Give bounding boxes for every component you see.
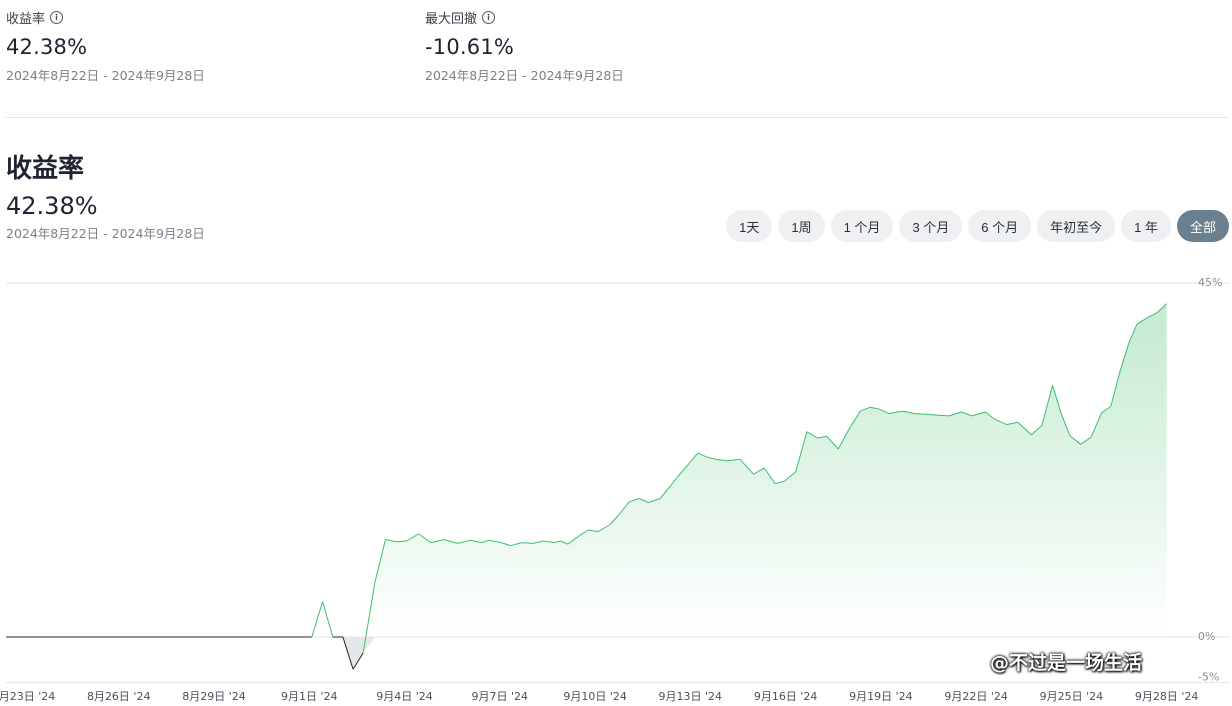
x-tick-label: 9月10日 '24	[563, 690, 627, 703]
negative-area-fill	[322, 637, 375, 670]
info-icon[interactable]: i	[50, 10, 64, 24]
y-tick-label: 0%	[1198, 630, 1215, 643]
return-stat-range: 2024年8月22日 - 2024年9月28日	[6, 68, 205, 83]
range-button[interactable]: 1 年	[1121, 210, 1171, 242]
drawdown-stat-label-row: 最大回撤 i	[425, 8, 624, 27]
return-stat: 收益率 i 42.38% 2024年8月22日 - 2024年9月28日	[6, 8, 205, 84]
x-tick-label: 8月26日 '24	[87, 690, 151, 703]
drawdown-stat-range: 2024年8月22日 - 2024年9月28日	[425, 68, 624, 83]
x-tick-label: 9月16日 '24	[754, 690, 818, 703]
section-range: 2024年8月22日 - 2024年9月28日	[6, 226, 205, 241]
watermark: @不过是一场生活	[990, 652, 1143, 674]
drawdown-stat: 最大回撤 i -10.61% 2024年8月22日 - 2024年9月28日	[425, 8, 624, 84]
range-button[interactable]: 1周	[778, 210, 825, 242]
y-tick-label: 45%	[1198, 276, 1222, 289]
area-fill	[6, 303, 1167, 637]
x-tick-label: 9月4日 '24	[376, 690, 433, 703]
return-stat-value: 42.38%	[6, 35, 88, 59]
x-tick-label: 8月23日 '24	[0, 690, 55, 703]
x-tick-label: 9月13日 '24	[659, 690, 723, 703]
return-chart: 45% 0% -5% 8月23日 '24 8月26日 '24 8月29日 '24 9月1日 …	[0, 276, 1230, 703]
x-tick-label: 9月1日 '24	[281, 690, 338, 703]
range-button[interactable]: 1天	[726, 210, 773, 242]
range-button[interactable]: 3 个月	[899, 210, 963, 242]
range-button[interactable]: 1 个月	[830, 210, 894, 242]
range-button[interactable]: 年初至今	[1037, 210, 1116, 242]
section-value: 42.38%	[6, 192, 98, 220]
return-stat-label: 收益率	[6, 11, 46, 27]
divider	[6, 117, 1229, 118]
time-range-selector: 1天 1周 1 个月 3 个月 6 个月 年初至今 1 年全部	[726, 210, 1229, 242]
range-button[interactable]: 全部	[1176, 210, 1229, 242]
x-tick-label: 9月25日 '24	[1040, 690, 1104, 703]
drawdown-stat-value: -10.61%	[425, 35, 515, 59]
drawdown-stat-label: 最大回撤	[425, 11, 478, 27]
return-stat-label-row: 收益率 i	[6, 8, 205, 27]
x-tick-label: 9月22日 '24	[944, 690, 1008, 703]
section-title: 收益率	[6, 154, 85, 184]
series-line-segment	[938, 414, 950, 417]
range-button[interactable]: 6 个月	[968, 210, 1032, 242]
x-tick-label: 9月7日 '24	[472, 690, 529, 703]
info-icon[interactable]: i	[482, 10, 496, 24]
x-tick-label: 8月29日 '24	[182, 690, 246, 703]
y-tick-label: -5%	[1198, 670, 1219, 683]
x-tick-label: 9月28日 '24	[1135, 690, 1199, 703]
x-tick-label: 9月19日 '24	[849, 690, 913, 703]
